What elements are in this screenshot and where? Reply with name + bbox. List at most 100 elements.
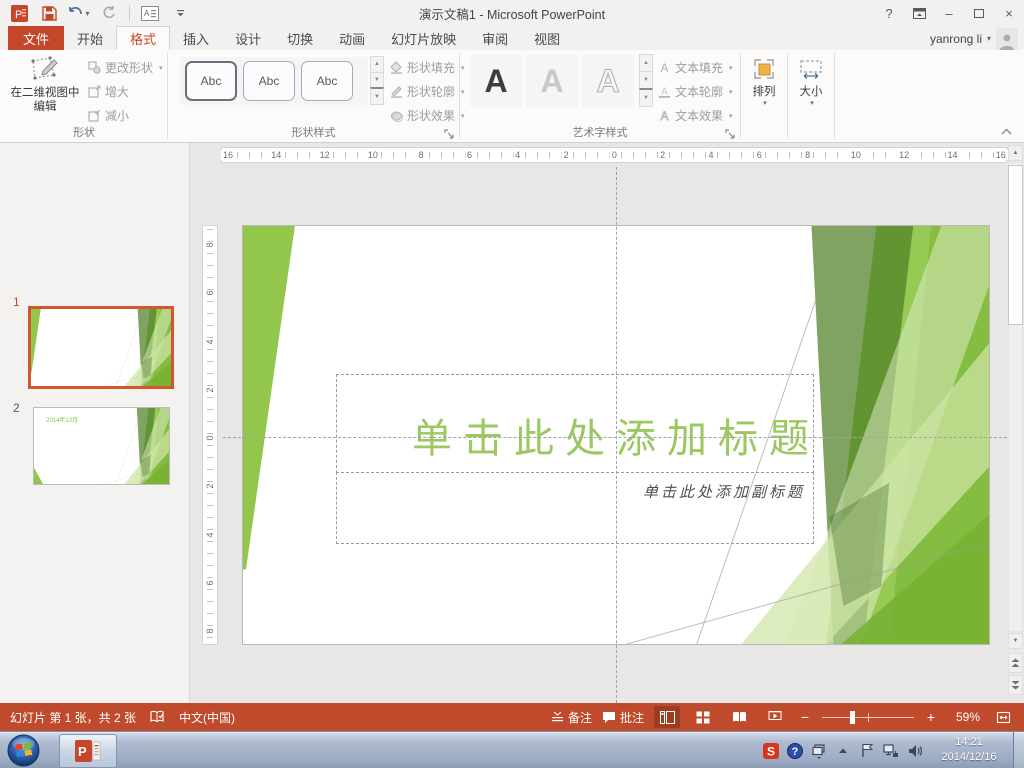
- vertical-drawing-guide[interactable]: [616, 167, 617, 703]
- slide-2-number: 2: [13, 401, 20, 415]
- tab-transitions[interactable]: 切换: [274, 26, 326, 50]
- workspace: 1 2 2014年12月 16 14 12 10 8 6 4 2 0 2 4 6 8 10 12 14 16 8…: [0, 143, 1024, 703]
- input-method-icon[interactable]: S: [762, 742, 780, 760]
- account-chip[interactable]: yanrong li ▾: [930, 27, 1018, 50]
- svg-text:A: A: [484, 63, 507, 99]
- zoom-slider-thumb[interactable]: [850, 711, 855, 724]
- tab-insert[interactable]: 插入: [170, 26, 222, 50]
- text-effects-caret-icon: ▾: [729, 112, 733, 120]
- shape-outline-button[interactable]: 形状轮廓 ▾: [390, 81, 465, 102]
- tab-design[interactable]: 设计: [222, 26, 274, 50]
- slide-sorter-view-button[interactable]: [690, 706, 716, 728]
- show-desktop-button[interactable]: [1013, 732, 1024, 768]
- normal-view-button[interactable]: [654, 706, 680, 728]
- network-icon[interactable]: [882, 742, 900, 760]
- text-fill-button[interactable]: A 文本填充 ▾: [658, 57, 732, 78]
- arrange-button[interactable]: 排列 ▾: [744, 56, 784, 107]
- scrollbar-thumb[interactable]: [1008, 165, 1023, 325]
- shape-style-option-2[interactable]: Abc: [243, 61, 295, 101]
- show-hidden-icons-button[interactable]: [834, 742, 852, 760]
- start-button[interactable]: [7, 734, 40, 767]
- tab-slideshow[interactable]: 幻灯片放映: [378, 26, 469, 50]
- text-outline-button[interactable]: A 文本轮廓 ▾: [658, 81, 733, 102]
- shape-format-tools: 形状填充 ▾ 形状轮廓 ▾ 形状效果 ▾: [390, 57, 465, 126]
- language-bar-icon[interactable]: [810, 742, 828, 760]
- notes-button[interactable]: 备注: [551, 709, 592, 726]
- restore-icon: [974, 8, 984, 18]
- restore-button[interactable]: [964, 0, 994, 26]
- size-button[interactable]: 大小 ▾: [791, 56, 831, 107]
- scroll-up-icon[interactable]: ▲: [1008, 145, 1023, 161]
- scroll-down-icon[interactable]: ▼: [1008, 633, 1023, 649]
- title-placeholder[interactable]: 单击此处添加标题: [336, 374, 814, 473]
- gallery-scroll-up-icon[interactable]: ▲: [639, 54, 653, 72]
- shape-tools: 更改形状 ▾ 增大 减小: [88, 57, 163, 126]
- previous-slide-button[interactable]: [1008, 653, 1023, 673]
- change-shape-button[interactable]: 更改形状 ▾: [88, 57, 163, 78]
- tab-review[interactable]: 审阅: [469, 26, 521, 50]
- reading-view-button[interactable]: [726, 706, 752, 728]
- slide-1-thumbnail[interactable]: [28, 306, 174, 389]
- next-slide-button[interactable]: [1008, 675, 1023, 695]
- language-indicator[interactable]: 中文(中国): [179, 709, 235, 726]
- help-tray-icon[interactable]: ?: [786, 742, 804, 760]
- ribbon-display-options-button[interactable]: [904, 0, 934, 26]
- slide-show-button[interactable]: [762, 706, 788, 728]
- comments-button[interactable]: 批注: [602, 709, 644, 726]
- gallery-more-icon[interactable]: ▼: [639, 88, 653, 107]
- wordart-option-2[interactable]: A: [526, 55, 578, 107]
- shape-effects-label: 形状效果: [407, 109, 456, 123]
- powerpoint-taskbar-button[interactable]: P: [59, 734, 117, 768]
- group-separator: [834, 53, 835, 139]
- zoom-slider[interactable]: [822, 706, 914, 728]
- account-dropdown-icon: ▾: [986, 34, 991, 43]
- close-button[interactable]: ×: [994, 0, 1024, 26]
- avatar[interactable]: [996, 27, 1018, 50]
- action-center-flag-icon[interactable]: [858, 742, 876, 760]
- ruler-tick-label: 2: [203, 483, 217, 489]
- undo-button[interactable]: ▾: [66, 2, 92, 24]
- save-button[interactable]: [36, 2, 62, 24]
- customize-qat-button[interactable]: [167, 2, 193, 24]
- taskbar-clock[interactable]: 14:21 2014/12/16: [930, 735, 1008, 765]
- edit-in-2d-button[interactable]: 在二维视图中编辑: [6, 55, 84, 114]
- slide-2-thumbnail[interactable]: 2014年12月: [33, 407, 170, 485]
- enlarge-button[interactable]: 增大: [88, 81, 163, 102]
- tab-animations[interactable]: 动画: [326, 26, 378, 50]
- change-shape-label: 更改形状: [105, 61, 154, 75]
- subtitle-placeholder[interactable]: 单击此处添加副标题: [336, 472, 814, 544]
- text-effects-button[interactable]: A 文本效果 ▾: [658, 105, 733, 126]
- help-button[interactable]: ?: [874, 0, 904, 26]
- tab-home[interactable]: 开始: [64, 26, 116, 50]
- shape-style-option-1[interactable]: Abc: [185, 61, 237, 101]
- slide-layout-button[interactable]: A: [137, 2, 163, 24]
- group-label-shape-styles: 形状样式: [291, 127, 336, 139]
- wordart-option-1[interactable]: A: [470, 55, 522, 107]
- fit-to-window-button[interactable]: [990, 706, 1016, 728]
- collapse-ribbon-button[interactable]: [998, 125, 1014, 137]
- tab-view[interactable]: 视图: [521, 26, 573, 50]
- tab-file[interactable]: 文件: [8, 26, 65, 50]
- volume-icon[interactable]: [906, 742, 924, 760]
- zoom-out-button[interactable]: −: [798, 709, 812, 725]
- wordart-option-3[interactable]: A: [582, 55, 634, 107]
- shape-fill-button[interactable]: 形状填充 ▾: [390, 57, 465, 78]
- gallery-scroll-down-icon[interactable]: ▼: [370, 71, 384, 89]
- group-arrange: 排列 ▾: [742, 50, 786, 142]
- zoom-level[interactable]: 59%: [948, 710, 980, 724]
- undo-dropdown-icon[interactable]: ▾: [85, 9, 89, 18]
- ruler-tick-label: 4: [706, 150, 716, 160]
- horizontal-drawing-guide[interactable]: [223, 437, 1007, 438]
- zoom-in-button[interactable]: +: [924, 709, 938, 725]
- spell-check-icon[interactable]: [150, 710, 165, 724]
- minimize-button[interactable]: –: [934, 0, 964, 26]
- tab-format[interactable]: 格式: [116, 26, 171, 50]
- gallery-scroll-up-icon[interactable]: ▲: [370, 56, 384, 73]
- gallery-more-icon[interactable]: ▼: [370, 87, 384, 106]
- shrink-button[interactable]: 减小: [88, 105, 163, 126]
- shape-style-option-3[interactable]: Abc: [301, 61, 353, 101]
- shape-effects-button[interactable]: 形状效果 ▾: [390, 105, 465, 126]
- redo-button[interactable]: [96, 2, 122, 24]
- ribbon: 在二维视图中编辑 更改形状 ▾ 增大 减小 形状 Abc Abc Abc ▲ ▼…: [0, 50, 1024, 143]
- gallery-scroll-down-icon[interactable]: ▼: [639, 71, 653, 89]
